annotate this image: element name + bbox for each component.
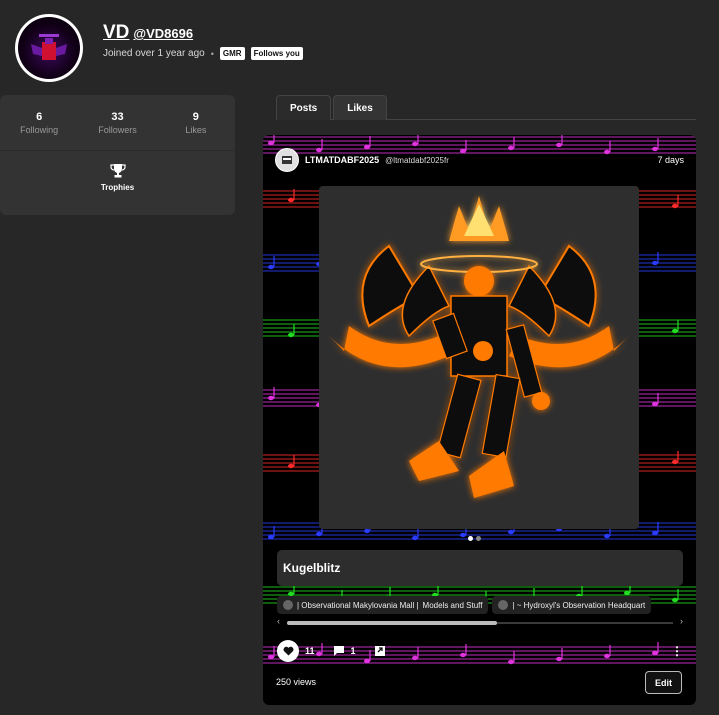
avatar-image bbox=[31, 34, 67, 60]
carousel-indicator[interactable] bbox=[468, 536, 481, 541]
community-chips: | Observational Makylovania Mall | Model… bbox=[277, 596, 683, 614]
stat-label: Followers bbox=[98, 124, 137, 135]
tab-posts[interactable]: Posts bbox=[276, 95, 332, 120]
post-image[interactable] bbox=[319, 186, 639, 529]
profile-avatar[interactable] bbox=[15, 14, 83, 82]
meta-separator: • bbox=[210, 48, 214, 59]
community-icon bbox=[283, 600, 293, 610]
like-count: 11 bbox=[305, 646, 315, 656]
post-author-handle[interactable]: @ltmatdabf2025fr bbox=[385, 156, 449, 165]
chip-label: Models and Stuff bbox=[422, 600, 483, 610]
scroll-left-arrow[interactable]: ‹ bbox=[277, 616, 280, 626]
trophies-button[interactable]: Trophies bbox=[0, 151, 235, 192]
post-card: LTMATDABF2025 @ltmatdabf2025fr 7 days Ku… bbox=[263, 135, 696, 705]
community-chip[interactable]: | Observational Makylovania Mall | Model… bbox=[277, 596, 489, 614]
comment-count: 1 bbox=[350, 646, 356, 656]
post-header: LTMATDABF2025 @ltmatdabf2025fr 7 days bbox=[275, 147, 684, 173]
profile-handle[interactable]: @VD8696 bbox=[133, 26, 193, 41]
stat-value: 9 bbox=[192, 110, 199, 123]
trophy-icon bbox=[109, 164, 126, 178]
joined-date: Joined over 1 year ago bbox=[103, 48, 205, 59]
carousel-dot-active[interactable] bbox=[468, 536, 473, 541]
stat-value: 33 bbox=[111, 110, 124, 123]
stat-following[interactable]: 6 Following bbox=[0, 95, 78, 150]
follows-you-badge: Follows you bbox=[250, 47, 303, 60]
post-author-avatar[interactable] bbox=[275, 148, 299, 172]
stat-value: 6 bbox=[36, 110, 43, 123]
post-author-name[interactable]: LTMATDABF2025 bbox=[305, 155, 379, 165]
post-caption: Kugelblitz bbox=[277, 550, 683, 586]
post-timestamp: 7 days bbox=[657, 155, 684, 165]
post-artwork bbox=[329, 196, 629, 498]
carousel-dot[interactable] bbox=[476, 536, 481, 541]
tab-likes[interactable]: Likes bbox=[333, 95, 387, 120]
profile-tabs: Posts Likes bbox=[276, 95, 696, 120]
stat-label: Likes bbox=[185, 124, 207, 135]
post-actions: 11 1 ⋮ bbox=[277, 639, 683, 663]
community-icon bbox=[498, 600, 509, 610]
stat-followers[interactable]: 33 Followers bbox=[78, 95, 156, 150]
like-button[interactable] bbox=[277, 640, 299, 662]
scroll-thumb[interactable] bbox=[287, 621, 497, 625]
heart-icon bbox=[283, 646, 293, 656]
chips-scrollbar[interactable]: ‹ › bbox=[277, 616, 683, 627]
stat-likes[interactable]: 9 Likes bbox=[157, 95, 235, 150]
edit-button[interactable]: Edit bbox=[645, 671, 682, 694]
author-avatar-image bbox=[282, 156, 292, 164]
share-icon[interactable] bbox=[374, 645, 386, 657]
trophies-label: Trophies bbox=[100, 183, 135, 192]
view-count: 250 views bbox=[276, 677, 317, 687]
chip-label: | Observational Makylovania Mall | bbox=[297, 600, 419, 610]
display-name[interactable]: VD bbox=[103, 22, 129, 44]
scroll-right-arrow[interactable]: › bbox=[680, 616, 683, 626]
gmr-badge: GMR bbox=[219, 47, 245, 60]
stat-label: Following bbox=[20, 124, 59, 135]
community-chip[interactable]: | ~ Hydroxyl's Observation Headquart bbox=[492, 596, 652, 614]
more-options-icon[interactable]: ⋮ bbox=[671, 644, 683, 658]
chip-label: | ~ Hydroxyl's Observation Headquart bbox=[512, 600, 646, 610]
stats-card: 6 Following 33 Followers 9 Likes Trophie… bbox=[0, 95, 235, 215]
comment-icon[interactable] bbox=[333, 645, 345, 657]
